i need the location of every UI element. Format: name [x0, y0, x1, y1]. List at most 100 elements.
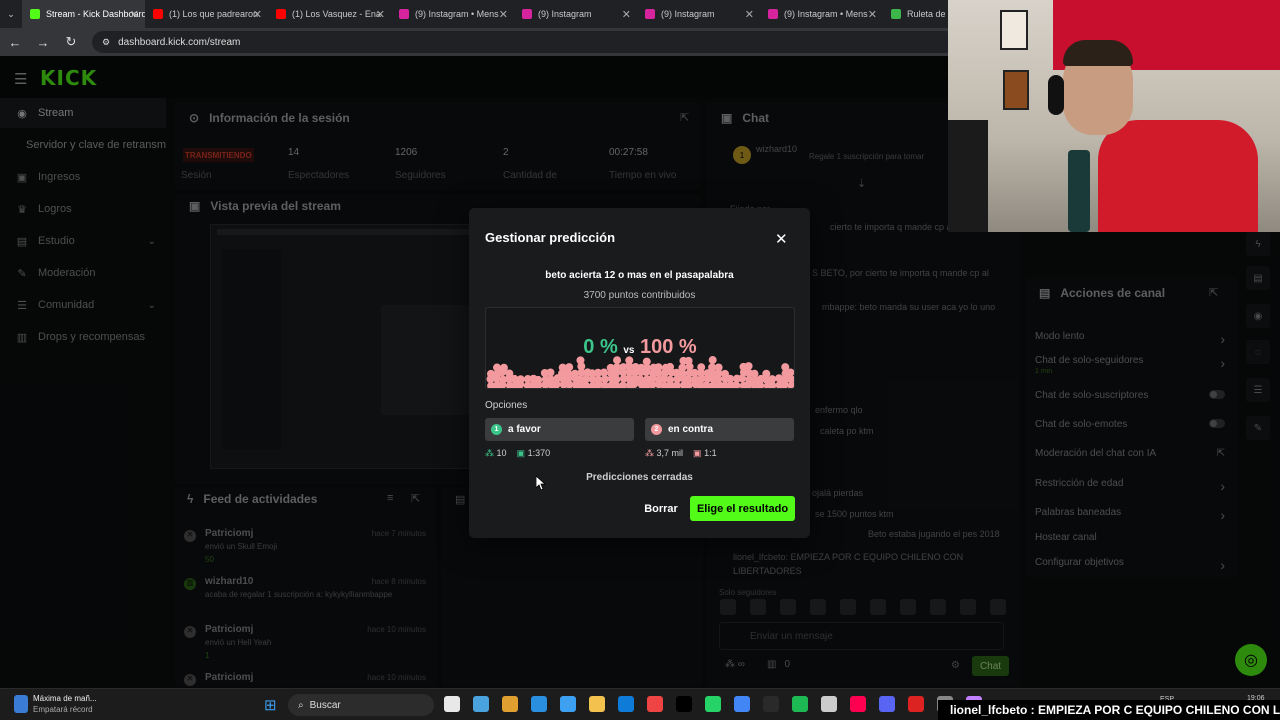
forward-icon[interactable]: →	[36, 35, 50, 50]
taskbar-search[interactable]: ⌕ Buscar	[288, 694, 434, 716]
notif-title[interactable]: Máxima de mañ...	[33, 694, 97, 703]
percent-contra: 100 %	[640, 336, 697, 358]
prediction-bubble	[666, 362, 675, 371]
option-contra-stats: ⁂ 3,7 mil ▣ 1:1	[645, 448, 717, 459]
prediction-bubble	[534, 375, 543, 384]
taskbar-app-icon[interactable]	[531, 696, 547, 712]
taskbar-app-icon[interactable]	[879, 696, 895, 712]
tab-title: Ruleta de F	[907, 9, 954, 19]
delete-button[interactable]: Borrar	[637, 496, 685, 521]
tab-search-icon[interactable]: ⌄	[0, 0, 22, 28]
tab-favicon-icon	[768, 9, 778, 19]
option-number: 1	[491, 424, 502, 435]
jersey-graphic	[1098, 120, 1258, 232]
option-contra[interactable]: 2 en contra	[645, 418, 794, 441]
tab-favicon-icon	[153, 9, 163, 19]
option-ratio: 1:1	[704, 448, 717, 458]
prediction-bubble	[546, 368, 555, 377]
tab-close-icon[interactable]: ✕	[376, 8, 385, 21]
prediction-bubble	[762, 369, 771, 378]
prediction-bubble	[636, 375, 645, 384]
taskbar-app-icon[interactable]	[618, 696, 634, 712]
taskbar-app-icon[interactable]	[850, 696, 866, 712]
taskbar-app-icon[interactable]	[502, 696, 518, 712]
taskbar-app-icon[interactable]	[705, 696, 721, 712]
dialog-title: Gestionar predicción	[485, 230, 616, 245]
prediction-bubble	[744, 362, 753, 371]
browser-tab[interactable]: (1) Los Vasquez - Ena ✕	[268, 0, 391, 28]
option-label: a favor	[508, 424, 541, 435]
option-favor[interactable]: 1 a favor	[485, 418, 634, 441]
prediction-bubble	[726, 374, 735, 383]
chair-graphic	[948, 120, 988, 232]
percent-favor: 0 %	[583, 336, 618, 358]
option-ratio: 1:370	[527, 448, 551, 458]
tab-title: (1) Los Vasquez - Ena	[292, 9, 381, 19]
mouse-cursor	[536, 476, 546, 490]
taskbar-app-icon[interactable]	[589, 696, 605, 712]
vs-label: vs	[623, 345, 635, 356]
ticker-text: lionel_lfcbeto : EMPIEZA POR C EQUIPO CH…	[950, 703, 1280, 717]
tab-title: (9) Instagram	[661, 9, 715, 19]
taskbar-app-icon[interactable]	[560, 696, 576, 712]
prediction-bubble	[714, 363, 723, 372]
taskbar-app-icon[interactable]	[444, 696, 460, 712]
users-icon: ⁂	[645, 448, 654, 458]
option-number: 2	[651, 424, 662, 435]
chat-ticker: lionel_lfcbeto : EMPIEZA POR C EQUIPO CH…	[938, 700, 1280, 720]
manage-prediction-dialog: Gestionar predicción ✕ beto acierta 12 o…	[469, 208, 810, 538]
taskbar-app-icon[interactable]	[792, 696, 808, 712]
prediction-bubble	[666, 375, 675, 384]
ratio-icon: ▣	[693, 448, 702, 458]
tab-favicon-icon	[399, 9, 409, 19]
tab-close-icon[interactable]: ✕	[745, 8, 754, 21]
browser-tab[interactable]: (9) Instagram • Mens ✕	[391, 0, 514, 28]
tab-favicon-icon	[891, 9, 901, 19]
close-icon[interactable]: ✕	[775, 230, 788, 248]
browser-tab[interactable]: Stream - Kick Dashboard ✕	[22, 0, 145, 28]
browser-tab[interactable]: (9) Instagram ✕	[637, 0, 760, 28]
prediction-bubble	[516, 375, 525, 384]
taskbar-app-icon[interactable]	[734, 696, 750, 712]
headphone-graphic	[1048, 75, 1064, 115]
weather-icon[interactable]	[14, 695, 28, 713]
search-label: Buscar	[309, 699, 341, 711]
option-label: en contra	[668, 424, 714, 435]
prediction-bubble	[600, 368, 609, 377]
notif-sub: Empatará récord	[33, 705, 93, 714]
tab-close-icon[interactable]: ✕	[499, 8, 508, 21]
tab-close-icon[interactable]: ✕	[868, 8, 877, 21]
prediction-bubble	[750, 369, 759, 378]
prediction-bubble	[768, 375, 777, 384]
option-count: 10	[496, 448, 507, 458]
taskbar-app-icon[interactable]	[821, 696, 837, 712]
frame-graphic	[1000, 10, 1028, 50]
tab-favicon-icon	[30, 9, 40, 19]
reload-icon[interactable]: ↻	[64, 34, 78, 50]
back-icon[interactable]: ←	[8, 35, 22, 50]
predictions-closed-status: Predicciones cerradas	[586, 472, 693, 483]
taskbar-app-icon[interactable]	[647, 696, 663, 712]
url-field[interactable]: ⚙ dashboard.kick.com/stream	[92, 31, 972, 53]
browser-tab[interactable]: (1) Los que padrearon ✕	[145, 0, 268, 28]
prediction-question: beto acierta 12 o mas en el pasapalabra	[545, 270, 734, 281]
tab-favicon-icon	[522, 9, 532, 19]
taskbar-app-icon[interactable]	[763, 696, 779, 712]
option-count: 3,7 mil	[656, 448, 684, 458]
browser-tab[interactable]: (9) Instagram • Mens ✕	[760, 0, 883, 28]
browser-tab[interactable]: (9) Instagram ✕	[514, 0, 637, 28]
tab-strip: Stream - Kick Dashboard ✕ (1) Los que padr…	[22, 0, 1006, 28]
taskbar-app-icon[interactable]	[473, 696, 489, 712]
prediction-bubble	[786, 368, 794, 377]
taskbar-app-icon[interactable]	[908, 696, 924, 712]
site-info-icon[interactable]: ⚙	[102, 37, 110, 48]
tab-title: (1) Los que padrearon	[169, 9, 259, 19]
tab-close-icon[interactable]: ✕	[253, 8, 262, 21]
windows-icon[interactable]: ⊞	[264, 696, 277, 714]
tab-favicon-icon	[276, 9, 286, 19]
taskbar-app-icon[interactable]	[676, 696, 692, 712]
choose-result-button[interactable]: Elige el resultado	[690, 496, 795, 521]
prediction-bubble	[618, 381, 627, 388]
tab-close-icon[interactable]: ✕	[622, 8, 631, 21]
tab-close-icon[interactable]: ✕	[130, 8, 139, 21]
